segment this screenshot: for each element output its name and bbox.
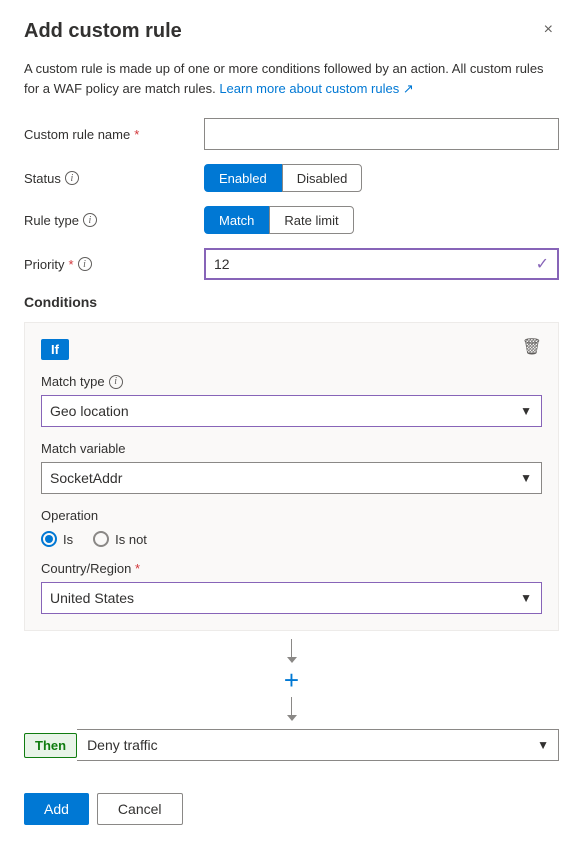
country-region-label: Country/Region *: [41, 561, 542, 576]
rule-type-info-icon[interactable]: i: [83, 213, 97, 227]
rule-type-row: Rule type i Match Rate limit: [24, 206, 559, 234]
add-button[interactable]: Add: [24, 793, 89, 825]
if-badge: If: [41, 339, 69, 360]
close-button[interactable]: ×: [538, 20, 559, 40]
operation-isnot-label: Is not: [115, 532, 147, 547]
then-row: Then Deny traffic Allow traffic Log ▼: [24, 729, 559, 761]
then-select-wrapper: Deny traffic Allow traffic Log ▼: [77, 729, 559, 761]
priority-control: ✓: [204, 248, 559, 280]
operation-label: Operation: [41, 508, 542, 523]
cancel-button[interactable]: Cancel: [97, 793, 183, 825]
connector-line-top: [291, 639, 292, 657]
arrow-down-icon-2: [287, 715, 297, 721]
country-required-indicator: *: [135, 561, 140, 576]
learn-more-link[interactable]: Learn more about custom rules ↗: [219, 81, 413, 96]
priority-input-wrapper: ✓: [204, 248, 559, 280]
priority-required-indicator: *: [68, 257, 73, 272]
dialog-container: Add custom rule × A custom rule is made …: [0, 0, 583, 859]
rule-type-toggle-group: Match Rate limit: [204, 206, 559, 234]
required-indicator: *: [134, 127, 139, 142]
status-disabled-button[interactable]: Disabled: [282, 164, 363, 192]
trash-icon: 🗑: [522, 339, 542, 356]
priority-input[interactable]: [204, 248, 559, 280]
status-toggle-group: Enabled Disabled: [204, 164, 559, 192]
custom-rule-name-control: [204, 118, 559, 150]
priority-check-icon: ✓: [536, 254, 549, 274]
priority-label: Priority * i: [24, 257, 204, 272]
custom-rule-name-input[interactable]: [204, 118, 559, 150]
match-type-label: Match type i: [41, 374, 542, 389]
status-enabled-button[interactable]: Enabled: [204, 164, 282, 192]
match-type-select[interactable]: Geo location IP address Request method R…: [41, 395, 542, 427]
match-type-wrapper: Geo location IP address Request method R…: [41, 395, 542, 427]
match-type-info-icon[interactable]: i: [109, 375, 123, 389]
add-condition-area: +: [24, 667, 559, 693]
connector-top: [24, 639, 559, 663]
then-action-select[interactable]: Deny traffic Allow traffic Log: [77, 729, 559, 761]
arrow-down-icon: [287, 657, 297, 663]
operation-radio-group: Is Is not: [41, 531, 542, 547]
operation-is-option[interactable]: Is: [41, 531, 73, 547]
status-info-icon[interactable]: i: [65, 171, 79, 185]
match-variable-select[interactable]: SocketAddr RemoteAddr: [41, 462, 542, 494]
status-control: Enabled Disabled: [204, 164, 559, 192]
custom-rule-name-row: Custom rule name *: [24, 118, 559, 150]
connector-bottom: [24, 697, 559, 721]
rule-type-ratelimit-button[interactable]: Rate limit: [269, 206, 353, 234]
dialog-title: Add custom rule: [24, 20, 182, 43]
match-variable-label: Match variable: [41, 441, 542, 456]
conditions-section-title: Conditions: [24, 294, 559, 310]
conditions-box: If 🗑 Match type i Geo location IP addres…: [24, 322, 559, 631]
delete-condition-button[interactable]: 🗑: [522, 337, 542, 357]
then-badge: Then: [24, 733, 77, 758]
status-label: Status i: [24, 171, 204, 186]
country-region-select[interactable]: United States Canada United Kingdom Germ…: [41, 582, 542, 614]
priority-info-icon[interactable]: i: [78, 257, 92, 271]
operation-is-label: Is: [63, 532, 73, 547]
info-text-block: A custom rule is made up of one or more …: [24, 59, 559, 98]
status-row: Status i Enabled Disabled: [24, 164, 559, 192]
country-region-wrapper: United States Canada United Kingdom Germ…: [41, 582, 542, 614]
footer-buttons: Add Cancel: [24, 793, 559, 825]
rule-type-label: Rule type i: [24, 213, 204, 228]
dialog-header: Add custom rule ×: [24, 20, 559, 43]
custom-rule-name-label: Custom rule name *: [24, 127, 204, 142]
match-variable-wrapper: SocketAddr RemoteAddr ▼: [41, 462, 542, 494]
priority-row: Priority * i ✓: [24, 248, 559, 280]
connector-line-bottom: [291, 697, 292, 715]
if-header: If 🗑: [41, 339, 542, 374]
operation-isnot-radio[interactable]: [93, 531, 109, 547]
operation-is-radio[interactable]: [41, 531, 57, 547]
external-link-icon: ↗: [403, 81, 414, 96]
rule-type-match-button[interactable]: Match: [204, 206, 269, 234]
operation-isnot-option[interactable]: Is not: [93, 531, 147, 547]
radio-dot: [45, 535, 53, 543]
rule-type-control: Match Rate limit: [204, 206, 559, 234]
add-condition-button[interactable]: +: [284, 667, 299, 693]
